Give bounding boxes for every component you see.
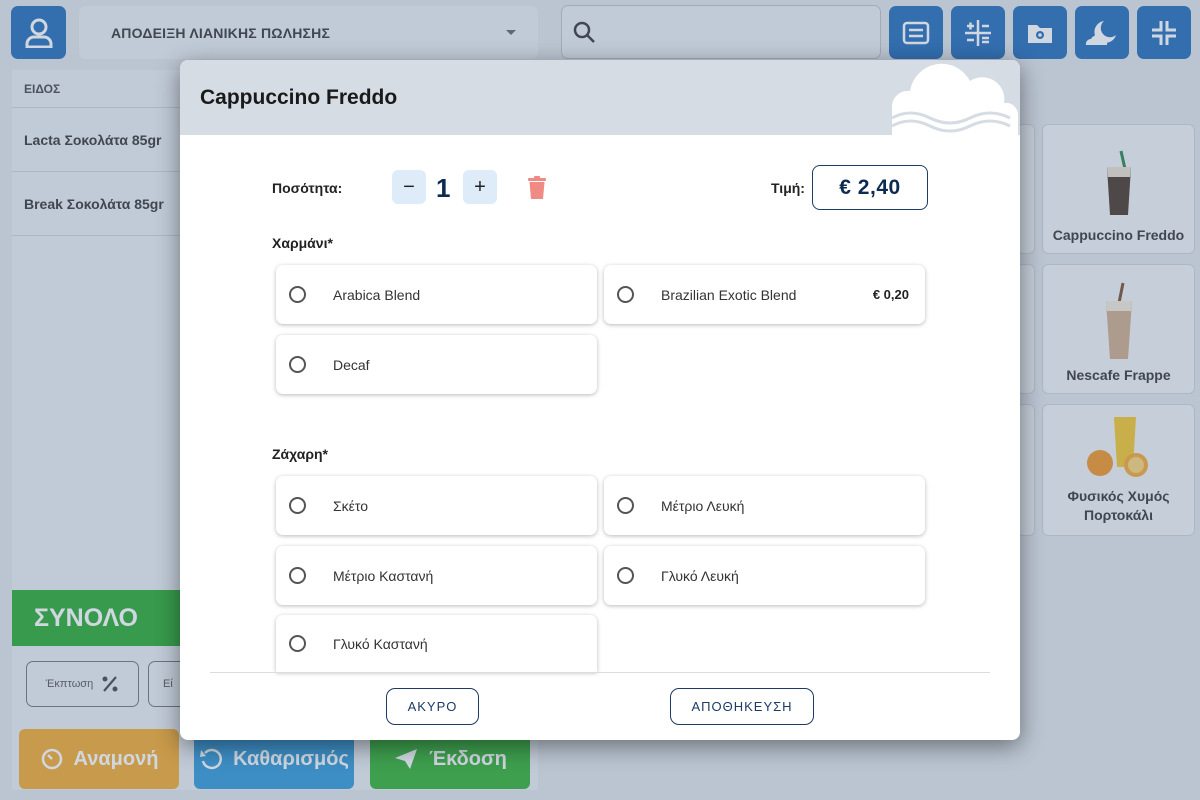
decrease-quantity-button[interactable]: − — [392, 170, 426, 204]
radio-button[interactable] — [289, 497, 306, 514]
price-label: Τιμή: — [771, 180, 805, 196]
option-arabica-blend[interactable]: Arabica Blend — [276, 265, 597, 324]
trash-icon[interactable] — [527, 176, 547, 200]
option-metrio-kastani[interactable]: Μέτριο Καστανή — [276, 546, 597, 605]
option-glyko-lefki[interactable]: Γλυκό Λευκή — [604, 546, 925, 605]
group-title-sugar: Ζάχαρη* — [272, 446, 328, 462]
save-button[interactable]: ΑΠΟΘΗΚΕΥΣΗ — [670, 688, 814, 725]
option-label: Γλυκό Καστανή — [333, 635, 428, 652]
product-options-dialog: Cappuccino Freddo Ποσότητα: − 1 + Τιμή: … — [180, 60, 1020, 740]
option-brazilian-exotic-blend[interactable]: Brazilian Exotic Blend € 0,20 — [604, 265, 925, 324]
dialog-header: Cappuccino Freddo — [180, 60, 1020, 135]
option-label: Σκέτο — [333, 497, 369, 514]
dialog-title: Cappuccino Freddo — [200, 86, 398, 109]
quantity-label: Ποσότητα: — [272, 180, 343, 196]
option-label: Μέτριο Λευκή — [661, 497, 745, 514]
group-title-blend: Χαρμάνι* — [272, 235, 333, 251]
option-label: Μέτριο Καστανή — [333, 567, 434, 584]
option-label: Decaf — [333, 356, 370, 373]
radio-button[interactable] — [617, 497, 634, 514]
option-price: € 0,20 — [872, 287, 909, 302]
radio-button[interactable] — [289, 356, 306, 373]
option-label: Brazilian Exotic Blend — [661, 286, 797, 303]
cancel-button[interactable]: ΑΚΥΡΟ — [386, 688, 479, 725]
option-metrio-lefki[interactable]: Μέτριο Λευκή — [604, 476, 925, 535]
quantity-value: 1 — [436, 173, 451, 203]
radio-button[interactable] — [617, 286, 634, 303]
option-label: Γλυκό Λευκή — [661, 567, 739, 584]
price-value: € 2,40 — [812, 165, 928, 210]
increase-quantity-button[interactable]: + — [463, 170, 497, 204]
option-glyko-kastani[interactable]: Γλυκό Καστανή — [276, 615, 597, 672]
option-sketo[interactable]: Σκέτο — [276, 476, 597, 535]
option-label: Arabica Blend — [333, 286, 421, 303]
cloud-icon — [891, 63, 1019, 135]
radio-button[interactable] — [289, 567, 306, 584]
dialog-footer-divider — [210, 672, 990, 673]
radio-button[interactable] — [289, 635, 306, 652]
radio-button[interactable] — [617, 567, 634, 584]
option-decaf[interactable]: Decaf — [276, 335, 597, 394]
radio-button[interactable] — [289, 286, 306, 303]
